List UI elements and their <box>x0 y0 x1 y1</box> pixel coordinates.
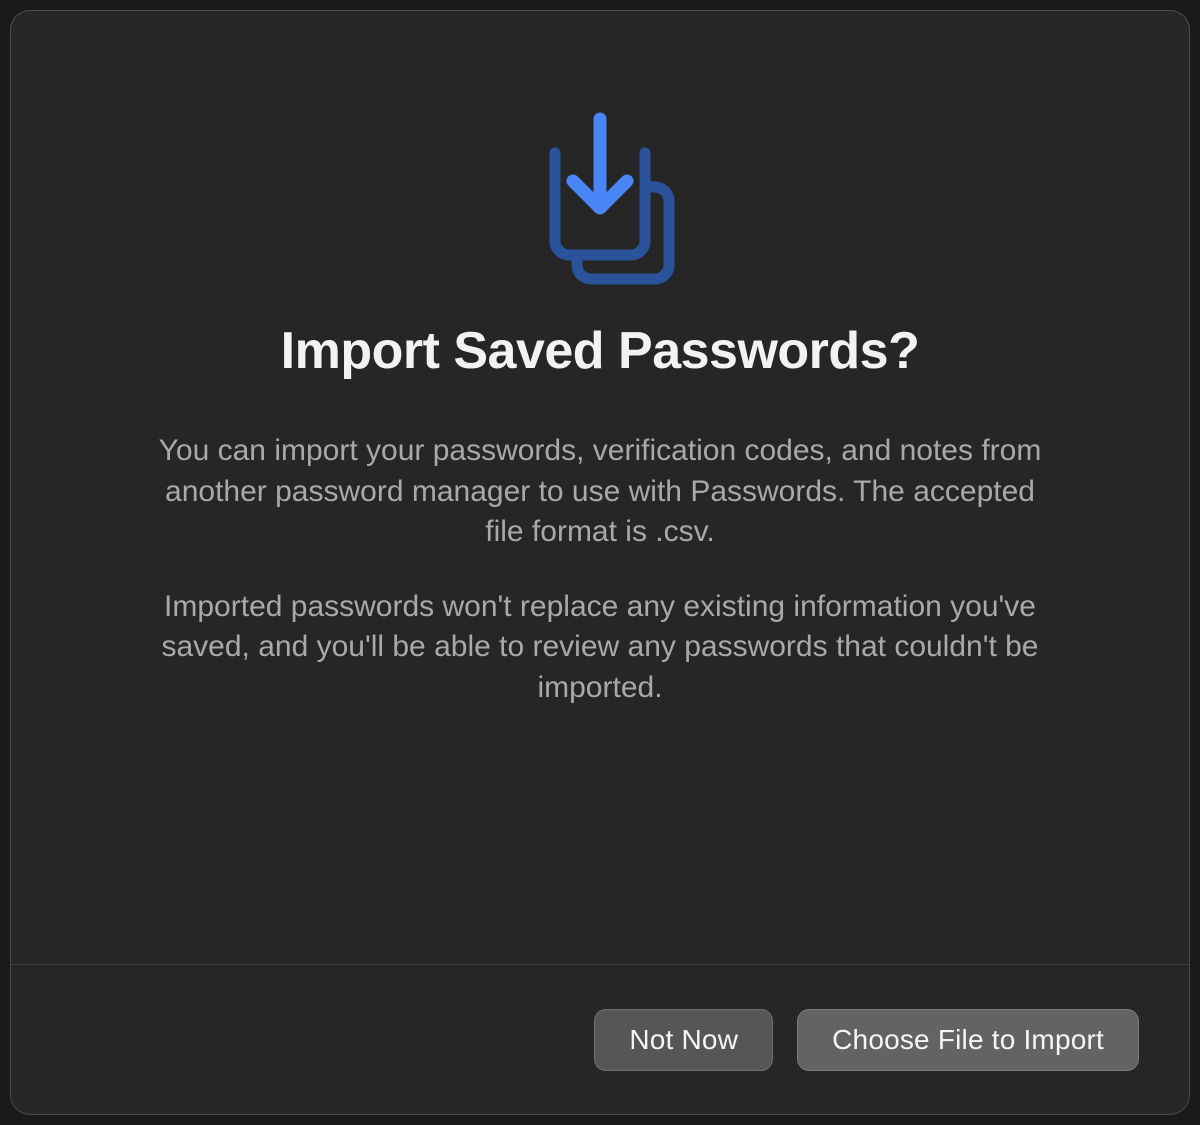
dialog-content: Import Saved Passwords? You can import y… <box>11 11 1189 964</box>
dialog-footer: Not Now Choose File to Import <box>11 964 1189 1114</box>
dialog-paragraph-2: Imported passwords won't replace any exi… <box>150 587 1050 709</box>
import-passwords-dialog: Import Saved Passwords? You can import y… <box>10 10 1190 1115</box>
not-now-button[interactable]: Not Now <box>594 1009 773 1071</box>
import-download-icon <box>515 111 685 291</box>
choose-file-button[interactable]: Choose File to Import <box>797 1009 1139 1071</box>
dialog-title: Import Saved Passwords? <box>281 321 920 381</box>
dialog-paragraph-1: You can import your passwords, verificat… <box>150 431 1050 553</box>
